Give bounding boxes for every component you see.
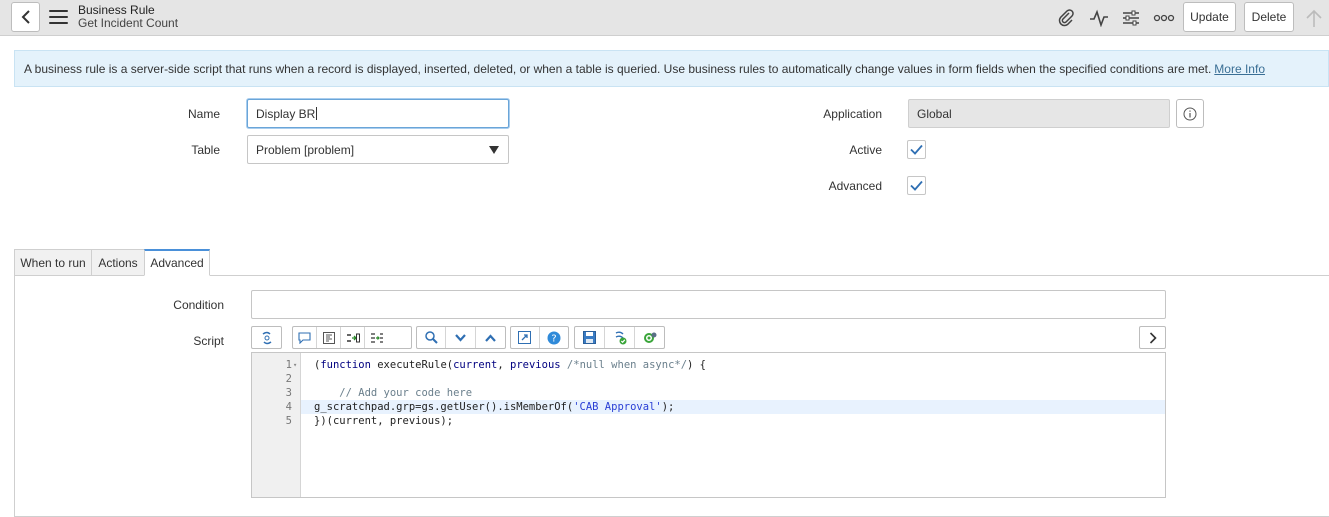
application-field: Global bbox=[908, 99, 1170, 128]
comment-icon[interactable] bbox=[293, 327, 317, 348]
record-name: Get Incident Count bbox=[78, 16, 179, 30]
name-value: Display BR bbox=[256, 106, 316, 121]
activity-icon[interactable] bbox=[1088, 7, 1110, 29]
replace-icon[interactable] bbox=[341, 327, 365, 348]
line-number: 3 bbox=[285, 387, 292, 399]
scroll-top-icon[interactable] bbox=[1303, 7, 1325, 29]
table-value: Problem [problem] bbox=[256, 142, 355, 157]
active-label: Active bbox=[849, 143, 882, 157]
checkmark-icon bbox=[910, 144, 923, 155]
more-options-icon[interactable] bbox=[1153, 7, 1175, 29]
chevron-left-icon bbox=[21, 10, 30, 24]
advanced-checkbox[interactable] bbox=[907, 176, 926, 195]
active-checkbox[interactable] bbox=[907, 140, 926, 159]
advanced-label: Advanced bbox=[828, 179, 882, 193]
search-icon[interactable] bbox=[417, 327, 446, 348]
toolbar-group-1 bbox=[251, 326, 282, 349]
line-number: 2 bbox=[285, 373, 292, 385]
name-field[interactable]: Display BR bbox=[247, 99, 509, 128]
fullscreen-icon[interactable] bbox=[511, 327, 540, 348]
token-keyword: function bbox=[320, 359, 371, 371]
script-label: Script bbox=[193, 334, 224, 348]
table-select[interactable]: Problem [problem] bbox=[247, 135, 509, 164]
script-debugger-icon[interactable] bbox=[605, 327, 635, 348]
toolbar-group-4: ? bbox=[510, 326, 569, 349]
info-icon bbox=[1183, 107, 1197, 120]
toggle-syntax-icon[interactable] bbox=[252, 327, 281, 348]
settings-sliders-icon[interactable] bbox=[1120, 7, 1142, 29]
menu-icon[interactable] bbox=[49, 10, 68, 24]
form-header: Business Rule Get Incident Count Update … bbox=[0, 0, 1329, 36]
editor-gutter: 1 ▾ 2 3 4 5 bbox=[252, 353, 301, 497]
record-title: Business Rule Get Incident Count bbox=[78, 4, 178, 30]
toolbar-group-6 bbox=[1139, 326, 1166, 349]
find-previous-icon[interactable] bbox=[476, 327, 505, 348]
code-line-3: // Add your code here bbox=[314, 387, 473, 399]
checkmark-icon bbox=[910, 180, 923, 191]
help-icon[interactable]: ? bbox=[540, 327, 568, 348]
condition-label: Condition bbox=[173, 298, 224, 312]
format-code-icon[interactable] bbox=[317, 327, 341, 348]
caret-down-icon bbox=[489, 146, 499, 154]
update-button[interactable]: Update bbox=[1183, 2, 1236, 32]
more-info-link[interactable]: More Info bbox=[1214, 62, 1265, 76]
replace-all-icon[interactable] bbox=[365, 327, 389, 348]
toolbar-group-3 bbox=[416, 326, 506, 349]
code-line-5: })(current, previous); bbox=[314, 415, 454, 427]
line-number: 1 bbox=[285, 359, 292, 371]
save-icon[interactable] bbox=[575, 327, 605, 348]
application-info-button[interactable] bbox=[1176, 99, 1204, 128]
table-label: Table bbox=[191, 143, 220, 157]
name-label: Name bbox=[187, 107, 220, 121]
script-editor[interactable]: 1 ▾ 2 3 4 5 (function executeRule(curren… bbox=[251, 352, 1166, 498]
info-banner: A business rule is a server-side script … bbox=[14, 50, 1329, 87]
code-line-4: g_scratchpad.grp=gs.getUser().isMemberOf… bbox=[314, 401, 675, 413]
application-label: Application bbox=[823, 107, 882, 121]
toolbar-group-2 bbox=[292, 326, 412, 349]
banner-text: A business rule is a server-side script … bbox=[24, 61, 1212, 76]
paperclip-icon[interactable] bbox=[1055, 7, 1077, 29]
debug-settings-icon[interactable] bbox=[635, 327, 664, 348]
code-line-1: (function executeRule(current, previous … bbox=[314, 359, 706, 371]
toolbar-group-5 bbox=[574, 326, 665, 349]
tab-actions[interactable]: Actions bbox=[91, 249, 145, 276]
line-number: 4 bbox=[285, 401, 292, 413]
application-value: Global bbox=[917, 106, 952, 121]
fold-arrow-icon[interactable]: ▾ bbox=[293, 358, 297, 372]
condition-field[interactable] bbox=[251, 290, 1166, 319]
back-button[interactable] bbox=[11, 2, 40, 32]
line-number: 5 bbox=[285, 415, 292, 427]
svg-text:?: ? bbox=[551, 333, 556, 344]
tab-when-to-run[interactable]: When to run bbox=[14, 249, 92, 276]
find-next-icon[interactable] bbox=[446, 327, 476, 348]
tab-advanced[interactable]: Advanced bbox=[144, 249, 210, 276]
delete-button[interactable]: Delete bbox=[1244, 2, 1294, 32]
chevron-right-icon[interactable] bbox=[1140, 327, 1165, 348]
